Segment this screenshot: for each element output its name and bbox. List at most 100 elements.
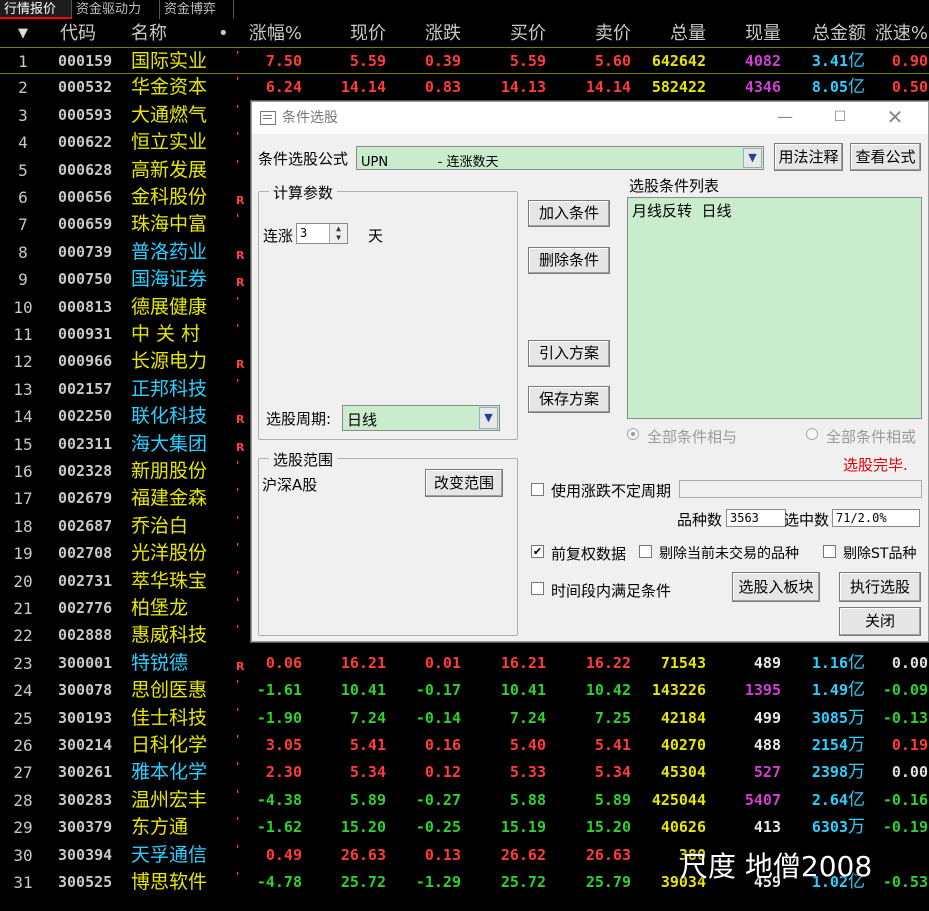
condition-stock-picker-dialog: 条件选股 — ☐ ✕ 条件选股公式 UPN - 连涨数天 ▼ 用法注释 查看公式…: [251, 101, 929, 642]
cell-amt: 6303: [811, 818, 848, 837]
stock-code: 300001: [58, 653, 113, 672]
stock-name: 联化科技: [131, 405, 208, 428]
table-row[interactable]: 26 300214 日科化学 ' 3.05 5.41 0.16 5.40 5.41 40270 48…: [0, 732, 929, 759]
col-code[interactable]: 代码: [60, 20, 96, 47]
usage-notes-button[interactable]: 用法注释: [774, 143, 843, 171]
period-select[interactable]: 日线 ▼: [342, 405, 500, 431]
forward-adjust-checkbox[interactable]: ✔: [531, 545, 544, 558]
row-index: 25: [13, 708, 33, 728]
cell-cur: 527: [753, 763, 781, 782]
row-index: 23: [13, 653, 33, 673]
row-index: 27: [13, 763, 33, 783]
save-scheme-button[interactable]: 保存方案: [528, 386, 610, 413]
table-row[interactable]: 1 000159 国际实业 ' 7.50 5.59 0.39 5.59 5.60 642642 40…: [0, 47, 929, 75]
exclude-untraded-checkbox[interactable]: [639, 545, 652, 558]
delete-condition-button[interactable]: 删除条件: [528, 247, 610, 274]
cell-pct: 2.30: [265, 763, 302, 782]
cell-spd: -0.53: [882, 873, 928, 891]
col-volume[interactable]: 总量: [650, 20, 706, 47]
cell-ask: 5.89: [594, 790, 631, 809]
row-flag: R: [236, 413, 245, 427]
cell-amt: 2398: [811, 763, 848, 782]
col-speed[interactable]: 涨速%: [872, 20, 928, 47]
table-row[interactable]: 2 000532 华金资本 ' 6.24 14.14 0.83 14.13 14.14 58242…: [0, 74, 929, 101]
close-button[interactable]: 关闭: [839, 607, 921, 636]
lianzhang-days-stepper[interactable]: 3 ▲ ▼: [296, 223, 348, 244]
exclude-st-checkbox[interactable]: [823, 545, 836, 558]
tab-capital-game[interactable]: 资金博弈: [160, 0, 234, 19]
radio-and[interactable]: [627, 428, 639, 440]
add-to-block-button[interactable]: 选股入板块: [732, 572, 820, 602]
chevron-down-icon[interactable]: ▼: [743, 148, 762, 168]
time-range-label: 时间段内满足条件: [551, 582, 672, 600]
spin-arrows-icon[interactable]: ▲ ▼: [329, 224, 347, 243]
minimize-icon[interactable]: —: [762, 102, 808, 134]
view-formula-button[interactable]: 查看公式: [850, 143, 921, 171]
cell-amt: 8.05: [811, 78, 848, 97]
table-row[interactable]: 23 300001 特锐德 R 0.06 16.21 0.01 16.21 16.22 71543…: [0, 650, 929, 677]
stock-code: 300193: [58, 708, 113, 727]
window-icon: [260, 111, 276, 125]
stock-name: 海大集团: [131, 432, 208, 455]
sort-down-icon[interactable]: ▼: [18, 20, 28, 47]
tab-quotes[interactable]: 行情报价: [0, 0, 72, 19]
col-ask[interactable]: 卖价: [575, 20, 631, 47]
col-bid[interactable]: 买价: [490, 20, 546, 47]
maximize-icon[interactable]: ☐: [817, 102, 863, 134]
row-flag: ': [236, 678, 240, 692]
col-flag[interactable]: •: [218, 20, 229, 47]
cell-amt: 2.64: [811, 790, 848, 809]
table-row[interactable]: 25 300193 佳士科技 ' -1.90 7.24 -0.14 7.24 7.25 42184…: [0, 705, 929, 732]
range-group-title: 选股范围: [269, 449, 338, 470]
import-scheme-button[interactable]: 引入方案: [528, 340, 610, 367]
radio-or[interactable]: [806, 428, 818, 440]
row-flag: ': [236, 486, 240, 500]
chevron-down-icon[interactable]: ▼: [479, 407, 498, 429]
stock-code: 000659: [58, 215, 113, 234]
col-change-pct[interactable]: 涨幅%: [240, 20, 302, 47]
formula-select[interactable]: UPN - 连涨数天 ▼: [356, 146, 764, 170]
table-row[interactable]: 29 300379 东方通 ' -1.62 15.20 -0.25 15.19 15.20 406…: [0, 814, 929, 841]
time-range-checkbox[interactable]: [531, 582, 544, 595]
cell-spd: -0.13: [882, 708, 928, 727]
cell-ask: 7.25: [594, 708, 631, 727]
cell-amt: 1.16: [811, 653, 848, 672]
day-unit-label: 天: [368, 227, 384, 245]
row-flag: ': [236, 623, 240, 637]
cell-bid: 5.59: [509, 52, 546, 70]
table-row[interactable]: 24 300078 思创医惠 ' -1.61 10.41 -0.17 10.41 10.42 14…: [0, 677, 929, 704]
col-change[interactable]: 涨跌: [405, 20, 461, 47]
cell-vol: 40626: [660, 818, 706, 837]
close-icon[interactable]: ✕: [872, 102, 918, 134]
table-row[interactable]: 27 300261 雅本化学 ' 2.30 5.34 0.12 5.33 5.34 45304 52…: [0, 759, 929, 786]
cell-pct: -1.62: [256, 818, 302, 837]
col-current-volume[interactable]: 现量: [725, 20, 781, 47]
cell-price: 5.89: [349, 790, 386, 809]
tab-bar: 行情报价 资金驱动力 资金博弈: [0, 0, 929, 20]
cell-chg: 0.39: [424, 52, 461, 70]
condition-list[interactable]: 月线反转 日线: [627, 197, 922, 419]
irregular-period-checkbox[interactable]: [531, 483, 544, 496]
condition-list-item[interactable]: 月线反转 日线: [632, 200, 732, 221]
add-condition-button[interactable]: 加入条件: [528, 200, 610, 227]
execute-pick-button[interactable]: 执行选股: [839, 572, 921, 602]
change-range-button[interactable]: 改变范围: [425, 469, 503, 497]
row-flag: ': [236, 130, 240, 144]
stock-code: 000813: [58, 297, 113, 316]
col-amount[interactable]: 总金额: [790, 20, 866, 47]
stock-code: 000750: [58, 270, 113, 289]
cell-vol: 45304: [660, 763, 706, 782]
dialog-titlebar[interactable]: 条件选股 — ☐ ✕: [252, 102, 928, 134]
count-label: 品种数: [677, 511, 723, 529]
row-index: 22: [13, 626, 33, 646]
cell-pct: -4.38: [256, 790, 302, 809]
amount-unit: 万: [848, 735, 865, 755]
col-price[interactable]: 现价: [330, 20, 386, 47]
row-flag: ': [236, 733, 240, 746]
cell-chg: 0.12: [424, 763, 461, 782]
row-flag: ': [236, 596, 240, 609]
col-name[interactable]: 名称: [131, 20, 167, 47]
tab-capital-drive[interactable]: 资金驱动力: [72, 0, 160, 19]
table-row[interactable]: 28 300283 温州宏丰 ' -4.38 5.89 -0.27 5.88 5.89 42504…: [0, 787, 929, 814]
cell-pct: 7.50: [265, 52, 302, 70]
